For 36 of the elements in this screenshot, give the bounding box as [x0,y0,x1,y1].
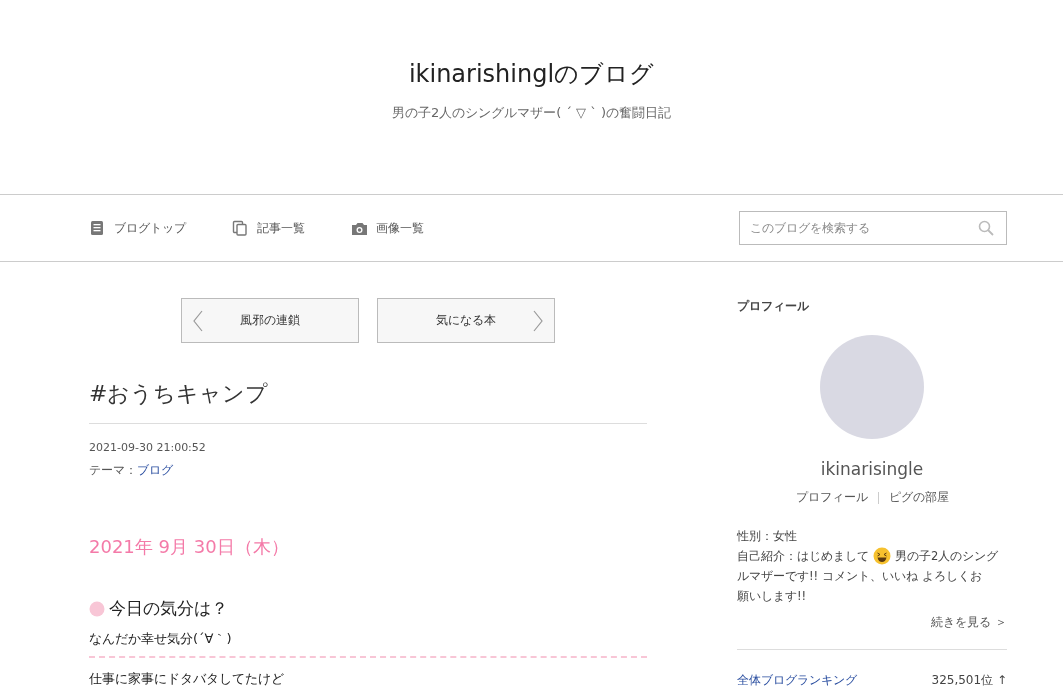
search-field[interactable]: このブログを検索する [739,211,1007,245]
profile-link[interactable]: ピグの部屋 [888,489,949,506]
nav-link[interactable]: ブログトップ [89,219,186,237]
date-heading: 2021年 9月 30日（木） [89,535,289,559]
search-icon [978,220,994,236]
bullet-icon [89,600,105,617]
ranking-link[interactable]: 全体ブログランキング [737,672,857,689]
previous-article-button[interactable]: 風邪の連鎖 [181,298,359,343]
intro-text: 願いします!! [737,588,807,605]
theme-label: テーマ： [89,462,137,479]
gender-text: 性別：女性 [737,528,798,545]
intro-text: 男の子2人のシング [895,548,999,565]
ranking-value: 325,501位 ↑ [931,672,1007,689]
blog-subtitle: 男の子2人のシングルマザー( ´ ▽ ` )の奮闘日記 [392,104,671,122]
profile-link[interactable]: プロフィール [795,489,868,506]
document-icon [89,220,106,236]
pages-icon [232,220,249,236]
next-article-button[interactable]: 気になる本 [377,298,555,343]
nav-link[interactable]: 記事一覧 [232,219,305,237]
sidebar-heading: プロフィール [737,298,810,315]
intro-text: 自己紹介：はじめまして [737,548,869,565]
camera-icon [351,220,368,236]
chevron-left-icon [192,310,204,332]
chevron-right-icon [532,310,544,332]
read-more-link[interactable]: 続きを見る ＞ [931,614,1007,631]
body-text: なんだか幸せ気分(´∀｀) [89,630,232,648]
blog-title[interactable]: ikinarishinglのブログ [408,58,655,90]
intro-text: ルマザーです!! コメント、いいね よろしくお [737,568,982,585]
body-text: 仕事に家事にドタバタしてたけど [89,670,284,688]
profile-name[interactable]: ikinarisingle [820,459,924,479]
theme-link[interactable]: ブログ [137,462,173,479]
article-title: #おうちキャンプ [89,379,647,424]
grinning-face-icon [873,547,891,565]
section-heading: 今日の気分は？ [109,597,228,620]
nav-link[interactable]: 画像一覧 [351,219,424,237]
article-datetime: 2021-09-30 21:00:52 [89,441,207,454]
